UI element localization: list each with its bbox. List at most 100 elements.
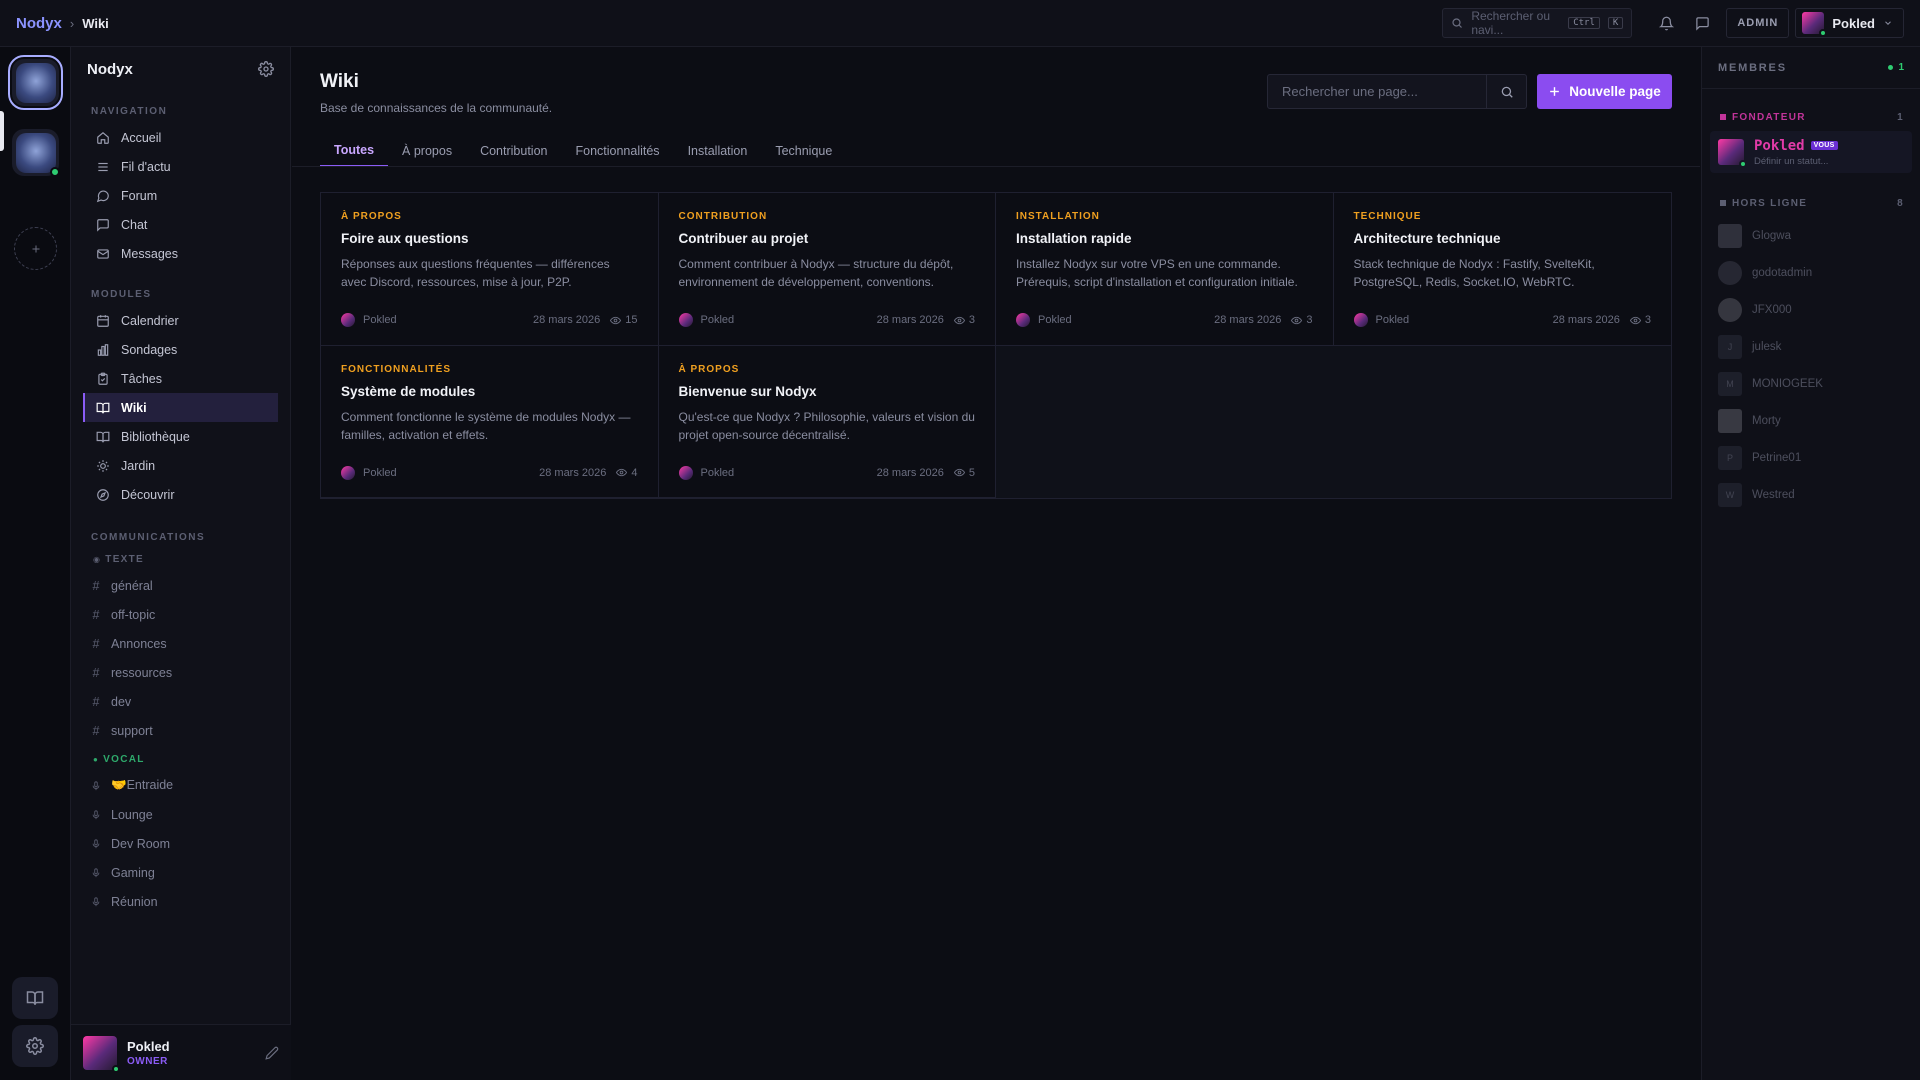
sidebar-item-fil-dactu[interactable]: Fil d'actu [83, 152, 278, 181]
plus-icon [1548, 85, 1561, 98]
book-icon [95, 400, 111, 416]
card-meta: Pokled 28 mars 2026 3 [1016, 313, 1313, 327]
wiki-card[interactable]: FONCTIONNALITÉS Système de modules Comme… [321, 345, 659, 498]
sidebar-item-forum[interactable]: Forum [83, 181, 278, 210]
view-count: 15 [625, 314, 638, 326]
card-meta: Pokled 28 mars 2026 4 [341, 465, 638, 480]
card-author: Pokled [1375, 314, 1410, 326]
active-server-indicator [0, 111, 4, 151]
eye-icon [1291, 315, 1303, 326]
card-views: 3 [953, 314, 975, 326]
channel-off-topic[interactable]: # off-topic [83, 600, 278, 629]
server-nodyx[interactable] [12, 129, 60, 177]
avatar[interactable] [83, 1035, 120, 1073]
online-status-dot [1819, 29, 1828, 37]
sidebar-item-jardin[interactable]: Jardin [83, 451, 278, 480]
channel-support[interactable]: # support [83, 716, 278, 745]
server-settings-gear-icon[interactable] [258, 61, 274, 77]
channel-ressources[interactable]: # ressources [83, 658, 278, 687]
channel-annonces[interactable]: # Annonces [83, 629, 278, 658]
voice-channel-lounge[interactable]: Lounge [83, 800, 278, 829]
channel-label: Gaming [111, 865, 155, 880]
text-channels-header[interactable]: ◉ TEXTE [71, 549, 290, 569]
voice-channel-entraide[interactable]: 🤝Entraide [83, 771, 278, 800]
library-button[interactable] [12, 977, 58, 1019]
new-page-button[interactable]: Nouvelle page [1537, 74, 1672, 109]
author-avatar [678, 313, 693, 327]
member-row[interactable]: Jjulesk [1702, 328, 1920, 365]
member-row-founder[interactable]: Pokled VOUS Définir un statut... [1710, 131, 1912, 173]
author-avatar [1353, 313, 1368, 327]
member-row[interactable]: M MONIOGEEK [1702, 365, 1920, 402]
sidebar-item-accueil[interactable]: Accueil [83, 123, 278, 152]
member-row[interactable]: godotadmin [1702, 254, 1920, 291]
voice-channel-reunion[interactable]: Réunion [83, 887, 278, 916]
wiki-card[interactable]: TECHNIQUE Architecture technique Stack t… [1333, 193, 1671, 346]
global-search-input[interactable]: Rechercher ou navi... Ctrl K [1442, 8, 1633, 38]
card-date: 28 mars 2026 [1214, 314, 1282, 326]
founder-group-count: 1 [1897, 111, 1904, 123]
sidebar-item-sondages[interactable]: Sondages [83, 335, 278, 364]
server-nodyx-active[interactable] [8, 55, 63, 110]
sidebar-item-wiki[interactable]: Wiki [83, 393, 278, 422]
sidebar-item-bibliotheque[interactable]: Bibliothèque [83, 422, 278, 451]
sidebar-item-chat[interactable]: Chat [83, 210, 278, 239]
add-server-button[interactable] [14, 227, 57, 270]
you-badge: VOUS [1810, 141, 1838, 150]
current-user-name: Pokled [127, 1038, 170, 1054]
member-row[interactable]: P Petrine01 [1702, 439, 1920, 476]
avatar: J [1718, 334, 1742, 359]
channel-general[interactable]: # général [83, 571, 278, 600]
founder-group-title: FONDATEUR [1732, 111, 1806, 123]
wiki-card[interactable]: À PROPOS Bienvenue sur Nodyx Qu'est-ce q… [658, 345, 996, 498]
sidebar-item-messages[interactable]: Messages [83, 239, 278, 268]
wiki-search-input[interactable] [1268, 75, 1486, 108]
avatar: M [1718, 371, 1742, 396]
edit-pencil-icon[interactable] [265, 1046, 279, 1060]
card-date: 28 mars 2026 [539, 466, 607, 479]
sidebar-item-decouvrir[interactable]: Découvrir [83, 480, 278, 509]
avatar [1718, 408, 1742, 433]
avatar [1718, 139, 1747, 168]
card-meta: Pokled 28 mars 2026 5 [678, 465, 975, 480]
sidebar-item-label: Wiki [121, 400, 147, 415]
tab-installation[interactable]: Installation [674, 135, 762, 167]
author-avatar [341, 313, 355, 327]
settings-button[interactable] [12, 1025, 58, 1067]
online-status-dot [50, 167, 60, 177]
notifications-button[interactable] [1648, 8, 1684, 38]
channel-label: support [111, 723, 153, 738]
server-name: Nodyx [87, 60, 133, 78]
tab-a-propos[interactable]: À propos [388, 135, 466, 167]
user-menu-button[interactable]: Pokled [1795, 8, 1904, 38]
member-row[interactable]: W Westred [1702, 476, 1920, 513]
wiki-card[interactable]: CONTRIBUTION Contribuer au projet Commen… [658, 193, 996, 346]
voice-channel-dev-room[interactable]: Dev Room [83, 829, 278, 858]
group-color-marker [1720, 113, 1726, 120]
breadcrumb-brand[interactable]: Nodyx [16, 15, 62, 32]
voice-channels-header[interactable]: ● VOCAL [71, 749, 290, 769]
tasks-icon [95, 371, 111, 387]
admin-button[interactable]: ADMIN [1726, 8, 1790, 38]
member-row[interactable]: Morty [1702, 402, 1920, 439]
sidebar-item-taches[interactable]: Tâches [83, 364, 278, 393]
tab-fonctionnalites[interactable]: Fonctionnalités [561, 135, 673, 167]
microphone-icon [91, 838, 101, 850]
sidebar-item-calendrier[interactable]: Calendrier [83, 306, 278, 335]
channel-dev[interactable]: # dev [83, 687, 278, 716]
voice-channel-gaming[interactable]: Gaming [83, 858, 278, 887]
card-category: À PROPOS [678, 363, 740, 375]
tab-contribution[interactable]: Contribution [466, 135, 561, 167]
sidebar-item-label: Messages [121, 246, 178, 261]
wiki-card[interactable]: INSTALLATION Installation rapide Install… [996, 193, 1334, 346]
messages-button[interactable] [1684, 8, 1720, 38]
set-status-link[interactable]: Définir un statut... [1754, 156, 1838, 167]
member-row[interactable]: JFX000 [1702, 291, 1920, 328]
tab-technique[interactable]: Technique [761, 135, 846, 167]
card-date: 28 mars 2026 [1552, 314, 1620, 326]
wiki-card[interactable]: À PROPOS Foire aux questions Réponses au… [321, 193, 659, 346]
wiki-search-button[interactable] [1486, 75, 1526, 108]
nodyx-logo-icon [15, 132, 56, 173]
tab-toutes[interactable]: Toutes [320, 135, 389, 167]
member-row[interactable]: Glogwa [1702, 217, 1920, 254]
